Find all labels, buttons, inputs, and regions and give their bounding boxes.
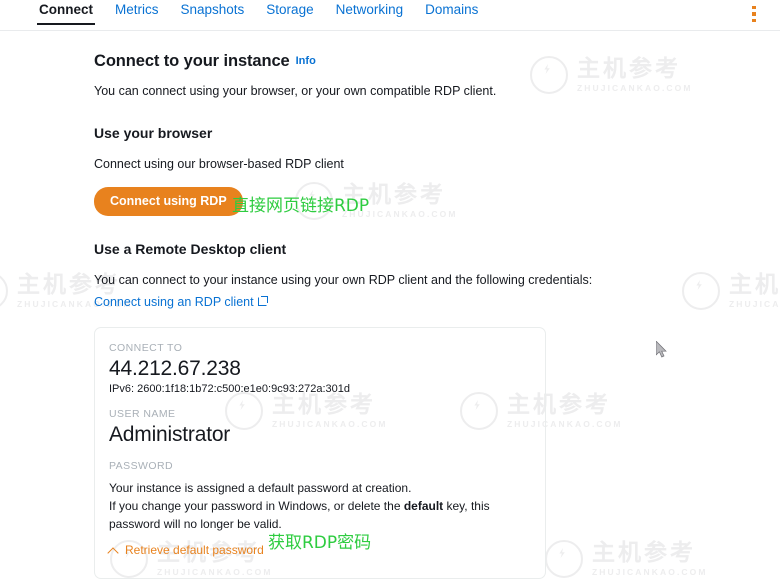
user-name-value: Administrator [109, 423, 231, 447]
browser-section-heading: Use your browser [94, 125, 213, 142]
kebab-dot [752, 12, 756, 16]
caret-up-icon [109, 546, 118, 555]
connect-panel: Connect to your instance Info You can con… [0, 30, 780, 579]
ipv6-value: IPv6: 2600:1f18:1b72:c500:e1e0:9c93:272a… [109, 383, 350, 396]
tab-domains-label: Domains [425, 2, 479, 17]
tab-domains[interactable]: Domains [414, 0, 489, 25]
tab-snapshots-label: Snapshots [180, 2, 245, 17]
password-help-line1: Your instance is assigned a default pass… [109, 481, 412, 496]
kebab-dot [752, 5, 756, 10]
instance-tab-bar: Connect Metrics Snapshots Storage Networ… [0, 0, 780, 31]
retrieve-default-password-label: Retrieve default password [125, 543, 264, 558]
connect-using-an-rdp-client-label: Connect using an RDP client [94, 295, 254, 310]
password-block: PASSWORD Your instance is assigned a def… [109, 460, 529, 560]
tab-connect[interactable]: Connect [28, 0, 104, 25]
client-section-text: You can connect to your instance using y… [94, 273, 593, 288]
tab-networking-label: Networking [335, 2, 404, 17]
info-link[interactable]: Info [296, 55, 316, 67]
retrieve-default-password-button[interactable]: Retrieve default password [109, 543, 264, 557]
page-title: Connect to your instance [94, 52, 290, 70]
connect-to-label: CONNECT TO [109, 342, 183, 355]
browser-section-text: Connect using our browser-based RDP clie… [94, 157, 344, 172]
client-section-heading: Use a Remote Desktop client [94, 241, 287, 258]
page-title-row: Connect to your instance Info [94, 52, 780, 71]
tab-connect-label: Connect [39, 2, 93, 17]
tab-storage-label: Storage [266, 2, 314, 17]
credentials-card: CONNECT TO 44.212.67.238 IPv6: 2600:1f18… [94, 327, 546, 579]
tab-snapshots[interactable]: Snapshots [170, 0, 256, 25]
connect-using-rdp-button[interactable]: Connect using RDP [94, 187, 243, 217]
tab-metrics-label: Metrics [115, 2, 159, 17]
kebab-menu-icon[interactable] [746, 4, 762, 24]
user-name-block: USER NAME Administrator [109, 408, 529, 447]
password-help-text: Your instance is assigned a default pass… [109, 479, 529, 533]
page-description: You can connect using your browser, or y… [94, 84, 497, 98]
external-link-icon [257, 296, 268, 307]
connect-using-an-rdp-client-link[interactable]: Connect using an RDP client [94, 295, 268, 310]
password-label: PASSWORD [109, 460, 174, 473]
tab-storage[interactable]: Storage [255, 0, 324, 25]
password-help-line2-a: If you change your password in Windows, … [109, 499, 404, 514]
password-help-bold: default [403, 499, 444, 514]
tab-networking[interactable]: Networking [325, 0, 415, 25]
connect-to-block: CONNECT TO 44.212.67.238 IPv6: 2600:1f18… [109, 342, 529, 395]
user-name-label: USER NAME [109, 408, 176, 421]
connect-to-value: 44.212.67.238 [109, 357, 241, 381]
kebab-dot [752, 18, 756, 23]
tab-metrics[interactable]: Metrics [104, 0, 170, 25]
